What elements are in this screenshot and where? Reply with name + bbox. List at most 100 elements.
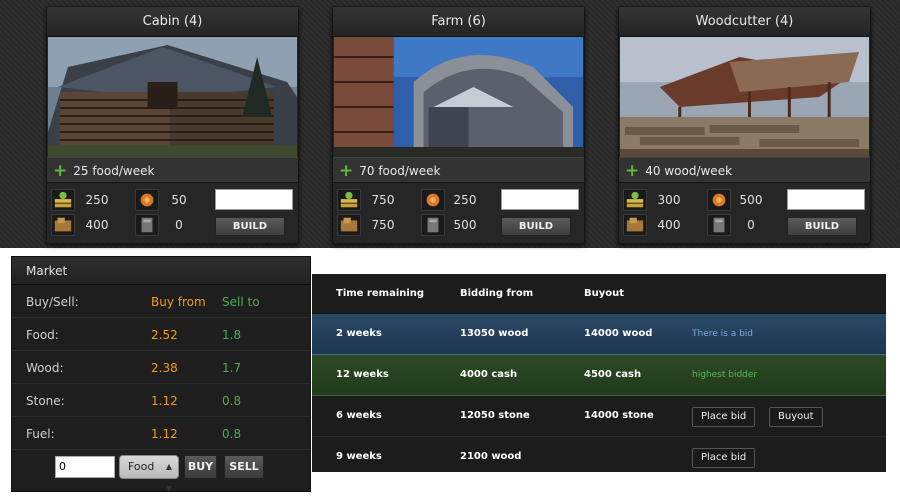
food-resource-icon bbox=[707, 189, 731, 211]
resource-select[interactable]: Food ▲ ▼ bbox=[119, 455, 179, 493]
build-quantity-input[interactable] bbox=[215, 189, 293, 210]
building-card-farm: Farm (6) +70 food/week 750 250 750 500 B… bbox=[332, 6, 585, 244]
wood-resource-icon bbox=[337, 189, 361, 211]
wood-cost: 750 bbox=[371, 193, 395, 207]
wood-cost: 250 bbox=[85, 193, 109, 207]
time-remaining: 12 weeks bbox=[336, 369, 389, 380]
building-costs: 250 50 400 0 BUILD bbox=[47, 187, 298, 243]
buy-price: 1.12 bbox=[151, 394, 178, 408]
sell-price: 1.8 bbox=[222, 328, 242, 342]
buyout-price: 14000 stone bbox=[584, 410, 654, 421]
bidding-from: 12050 stone bbox=[460, 410, 530, 421]
cabin-photo bbox=[48, 37, 297, 157]
stone-resource-icon bbox=[337, 214, 361, 236]
auction-row: 9 weeks 2100 wood Place bid bbox=[312, 437, 886, 478]
bidding-from: 2100 wood bbox=[460, 451, 522, 462]
fuel-resource-icon bbox=[135, 214, 159, 236]
building-card-cabin: Cabin (4) +25 food/week 250 50 400 0 BUI… bbox=[46, 6, 299, 244]
time-remaining: 9 weeks bbox=[336, 451, 382, 462]
time-remaining-header: Time remaining bbox=[336, 288, 425, 299]
production-rate: +40 wood/week bbox=[619, 157, 870, 183]
market-panel: Market Buy/Sell: Buy from Sell to Food: … bbox=[11, 256, 311, 493]
buyout-price: 4500 cash bbox=[584, 369, 642, 380]
buyout-price: 14000 wood bbox=[584, 328, 653, 339]
production-rate: +70 food/week bbox=[333, 157, 584, 183]
buyout-button[interactable]: Buyout bbox=[769, 407, 823, 427]
fuel-cost: 0 bbox=[175, 218, 183, 232]
bid-status: There is a bid bbox=[692, 329, 753, 339]
production-label: 40 wood/week bbox=[645, 164, 733, 178]
fuel-resource-icon bbox=[421, 214, 445, 236]
food-resource-icon bbox=[421, 189, 445, 211]
production-label: 25 food/week bbox=[73, 164, 155, 178]
auction-table: Time remaining Bidding from Buyout 2 wee… bbox=[312, 274, 886, 472]
production-label: 70 food/week bbox=[359, 164, 441, 178]
wood-cost: 300 bbox=[657, 193, 681, 207]
building-card-woodcutter: Woodcutter (4) +40 wood/week 300 500 400… bbox=[618, 6, 871, 244]
sell-price: 0.8 bbox=[222, 427, 242, 441]
market-row-stone: Stone: 1.12 0.8 bbox=[12, 384, 310, 417]
build-button[interactable]: BUILD bbox=[787, 217, 857, 236]
build-button[interactable]: BUILD bbox=[215, 217, 285, 236]
resource-select-value: Food bbox=[128, 460, 155, 473]
auction-header-row: Time remaining Bidding from Buyout bbox=[312, 274, 886, 314]
buyout-header: Buyout bbox=[584, 288, 625, 299]
select-arrows-icon: ▲ ▼ bbox=[165, 462, 172, 493]
farm-photo bbox=[334, 37, 583, 157]
auction-row: 12 weeks 4000 cash 4500 cash highest bid… bbox=[312, 355, 886, 396]
market-header-row: Buy/Sell: Buy from Sell to bbox=[12, 285, 310, 318]
sell-price: 0.8 bbox=[222, 394, 242, 408]
bidding-from: 4000 cash bbox=[460, 369, 518, 380]
place-bid-button[interactable]: Place bid bbox=[692, 407, 756, 427]
buy-price: 2.52 bbox=[151, 328, 178, 342]
wood-resource-icon bbox=[51, 189, 75, 211]
resource-label: Fuel: bbox=[26, 427, 55, 441]
building-title: Woodcutter (4) bbox=[619, 7, 870, 37]
build-button[interactable]: BUILD bbox=[501, 217, 571, 236]
building-title: Farm (6) bbox=[333, 7, 584, 37]
auction-row: 6 weeks 12050 stone 14000 stone Place bi… bbox=[312, 396, 886, 437]
fuel-resource-icon bbox=[707, 214, 731, 236]
time-remaining: 2 weeks bbox=[336, 328, 382, 339]
stone-cost: 400 bbox=[657, 218, 681, 232]
market-amount-input[interactable]: 0 bbox=[55, 456, 115, 478]
building-costs: 750 250 750 500 BUILD bbox=[333, 187, 584, 243]
food-cost: 50 bbox=[171, 193, 187, 207]
building-title: Cabin (4) bbox=[47, 7, 298, 37]
bidding-from-header: Bidding from bbox=[460, 288, 534, 299]
bidding-from: 13050 wood bbox=[460, 328, 529, 339]
sell-price: 1.7 bbox=[222, 361, 242, 375]
market-row-food: Food: 2.52 1.8 bbox=[12, 318, 310, 351]
resource-label: Food: bbox=[26, 328, 59, 342]
wood-resource-icon bbox=[623, 189, 647, 211]
buy-from-header: Buy from bbox=[151, 295, 206, 309]
build-quantity-input[interactable] bbox=[787, 189, 865, 210]
market-row-fuel: Fuel: 1.12 0.8 bbox=[12, 417, 310, 450]
buy-price: 1.12 bbox=[151, 427, 178, 441]
fuel-cost: 500 bbox=[453, 218, 477, 232]
sell-to-header: Sell to bbox=[222, 295, 260, 309]
resource-label: Wood: bbox=[26, 361, 64, 375]
plus-icon: + bbox=[625, 161, 640, 181]
stone-cost: 750 bbox=[371, 218, 395, 232]
place-bid-button[interactable]: Place bid bbox=[692, 448, 756, 468]
stone-resource-icon bbox=[623, 214, 647, 236]
food-resource-icon bbox=[135, 189, 159, 211]
plus-icon: + bbox=[339, 161, 354, 181]
resource-label: Stone: bbox=[26, 394, 65, 408]
market-row-wood: Wood: 2.38 1.7 bbox=[12, 351, 310, 384]
time-remaining: 6 weeks bbox=[336, 410, 382, 421]
production-rate: +25 food/week bbox=[47, 157, 298, 183]
stone-resource-icon bbox=[51, 214, 75, 236]
build-quantity-input[interactable] bbox=[501, 189, 579, 210]
buy-sell-label: Buy/Sell: bbox=[26, 295, 79, 309]
buy-button[interactable]: BUY bbox=[184, 455, 217, 479]
buildings-panel: Cabin (4) +25 food/week 250 50 400 0 BUI… bbox=[0, 0, 900, 248]
food-cost: 500 bbox=[739, 193, 763, 207]
food-cost: 250 bbox=[453, 193, 477, 207]
buy-price: 2.38 bbox=[151, 361, 178, 375]
market-title: Market bbox=[12, 257, 310, 285]
stone-cost: 400 bbox=[85, 218, 109, 232]
sell-button[interactable]: SELL bbox=[224, 455, 264, 479]
building-costs: 300 500 400 0 BUILD bbox=[619, 187, 870, 243]
